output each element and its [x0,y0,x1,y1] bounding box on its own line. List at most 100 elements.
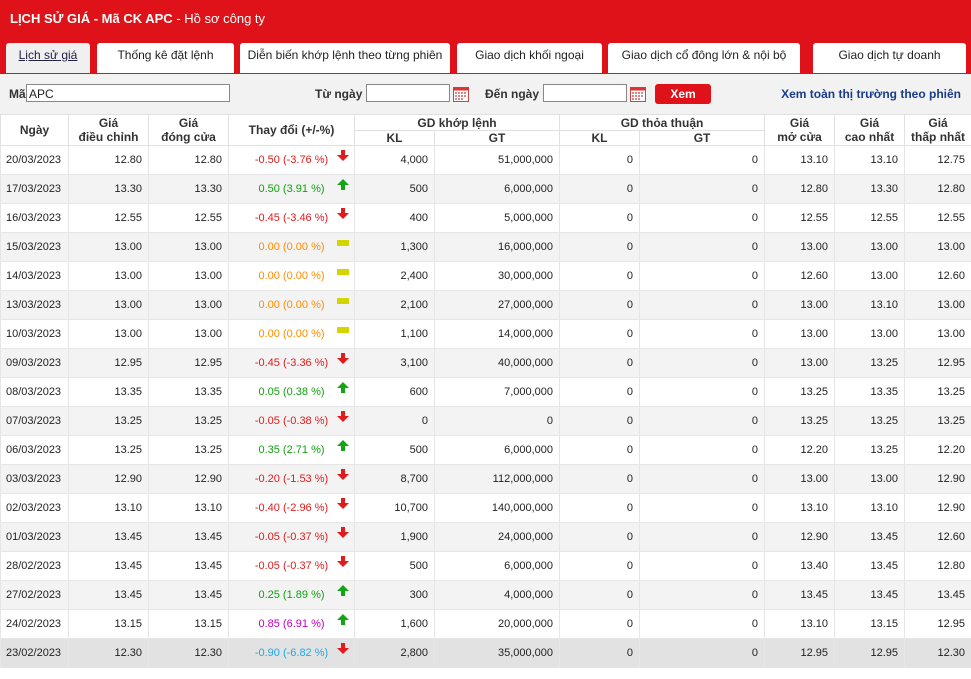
cell-change: -0.45 (-3.36 %) [228,348,355,378]
cell-open-price: 13.25 [764,377,836,407]
tab-price-history[interactable]: Lịch sử giá [6,43,90,73]
change-value: 0.50 (3.91 %) [258,183,325,195]
cell-high-price: 13.00 [834,319,906,349]
cell-adjusted-price: 12.95 [68,348,149,378]
cell-matched-value: 40,000,000 [433,348,561,378]
cell-negotiated-volume: 0 [559,638,641,668]
change-value: -0.05 (-0.37 %) [254,560,329,572]
cell-open-price: 12.90 [764,522,836,552]
cell-close-price: 12.55 [148,203,229,233]
cell-matched-volume: 500 [354,551,435,581]
cell-date: 09/03/2023 [0,348,69,378]
cell-change: -0.40 (-2.96 %) [228,493,355,523]
cell-negotiated-value: 0 [639,174,766,204]
cell-matched-volume: 10,700 [354,493,435,523]
cell-close-price: 13.10 [148,493,229,523]
cell-high-price: 13.45 [834,580,906,610]
cell-matched-volume: 0 [354,406,435,436]
company-profile-link[interactable]: Hồ sơ công ty [184,11,265,26]
cell-date: 24/02/2023 [0,609,69,639]
col-open-header: Giá mở cửa [764,114,836,146]
tab-label: Thống kê đặt lệnh [117,48,214,62]
cell-low-price: 12.80 [904,551,971,581]
to-date-label: Đến ngày [485,87,540,101]
tab-major-shareholders[interactable]: Giao dịch cổ đông lớn & nội bộ [608,43,800,73]
cell-close-price: 12.80 [148,145,229,175]
arrow-down-icon [337,208,349,223]
header-line: Giá [859,116,880,130]
cell-adjusted-price: 13.00 [68,232,149,262]
cell-adjusted-price: 13.45 [68,551,149,581]
cell-matched-value: 6,000,000 [433,435,561,465]
cell-matched-value: 16,000,000 [433,232,561,262]
page-title-text: LỊCH SỬ GIÁ - Mã CK APC [10,11,173,26]
change-value: 0.25 (1.89 %) [258,589,325,601]
cell-matched-volume: 1,300 [354,232,435,262]
cell-matched-volume: 2,100 [354,290,435,320]
cell-negotiated-value: 0 [639,522,766,552]
tab-matched-orders[interactable]: Diễn biến khớp lệnh theo từng phiên [240,43,450,73]
cell-matched-volume: 1,900 [354,522,435,552]
cell-high-price: 13.25 [834,348,906,378]
tab-proprietary-trading[interactable]: Giao dịch tự doanh [813,43,966,73]
cell-change: 0.00 (0.00 %) [228,261,355,291]
cell-close-price: 13.45 [148,522,229,552]
cell-open-price: 13.10 [764,145,836,175]
tab-order-statistics[interactable]: Thống kê đặt lệnh [97,43,234,73]
from-date-input[interactable] [366,84,450,102]
cell-date: 27/02/2023 [0,580,69,610]
ticker-label: Mã [9,87,26,101]
cell-low-price: 13.00 [904,232,971,262]
cell-matched-volume: 2,800 [354,638,435,668]
to-date-input[interactable] [543,84,627,102]
cell-close-price: 12.90 [148,464,229,494]
arrow-down-icon [337,556,349,571]
arrow-down-icon [337,411,349,426]
calendar-icon[interactable] [630,86,646,102]
cell-low-price: 12.55 [904,203,971,233]
calendar-icon[interactable] [453,86,469,102]
cell-adjusted-price: 13.00 [68,261,149,291]
cell-date: 07/03/2023 [0,406,69,436]
arrow-up-icon [337,614,349,629]
change-value: -0.50 (-3.76 %) [254,154,329,166]
cell-high-price: 13.00 [834,261,906,291]
cell-negotiated-value: 0 [639,377,766,407]
header-line: mở cửa [777,130,822,144]
cell-close-price: 13.15 [148,609,229,639]
cell-close-price: 13.00 [148,232,229,262]
arrow-down-icon [337,353,349,368]
table-row: 08/03/2023 13.35 13.35 0.05 (0.38 %) 600… [0,377,971,407]
change-value: -0.45 (-3.36 %) [254,357,329,369]
cell-change: -0.90 (-6.82 %) [228,638,355,668]
cell-matched-value: 140,000,000 [433,493,561,523]
cell-high-price: 13.00 [834,232,906,262]
cell-high-price: 13.25 [834,406,906,436]
cell-date: 02/03/2023 [0,493,69,523]
cell-negotiated-volume: 0 [559,435,641,465]
view-button[interactable]: Xem [655,84,711,104]
market-by-session-link[interactable]: Xem toàn thị trường theo phiên [781,87,961,101]
cell-adjusted-price: 13.15 [68,609,149,639]
arrow-down-icon [337,150,349,165]
cell-matched-volume: 4,000 [354,145,435,175]
table-row: 10/03/2023 13.00 13.00 0.00 (0.00 %) 1,1… [0,319,971,349]
cell-negotiated-value: 0 [639,319,766,349]
cell-matched-value: 27,000,000 [433,290,561,320]
cell-matched-value: 112,000,000 [433,464,561,494]
cell-matched-volume: 600 [354,377,435,407]
change-value: 0.00 (0.00 %) [258,241,325,253]
cell-negotiated-value: 0 [639,609,766,639]
tab-foreign-trading[interactable]: Giao dịch khối ngoại [457,43,602,73]
cell-negotiated-volume: 0 [559,580,641,610]
cell-date: 10/03/2023 [0,319,69,349]
cell-date: 16/03/2023 [0,203,69,233]
col-low-header: Giá thấp nhất [904,114,971,146]
cell-negotiated-volume: 0 [559,261,641,291]
ticker-input[interactable]: APC [26,84,230,102]
col-matched-gt-header: GT [433,130,561,146]
col-matched-kl-header: KL [354,130,435,146]
cell-matched-volume: 2,400 [354,261,435,291]
cell-low-price: 12.60 [904,261,971,291]
cell-change: -0.50 (-3.76 %) [228,145,355,175]
